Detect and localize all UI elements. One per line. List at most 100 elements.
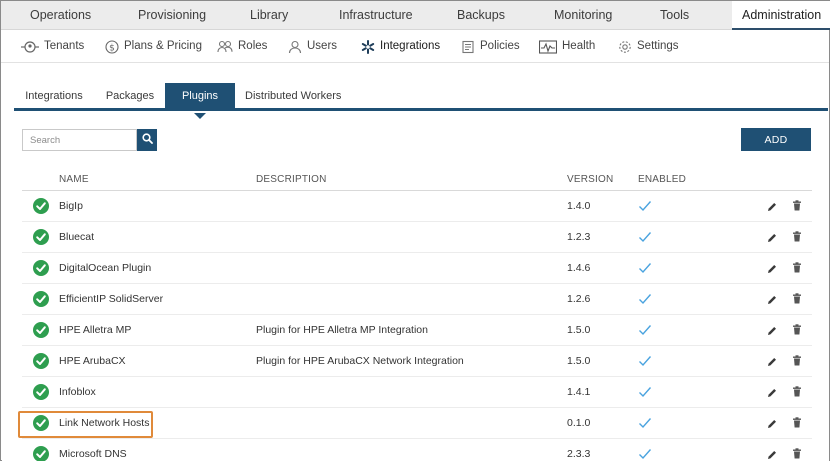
edit-icon[interactable] xyxy=(767,263,777,277)
status-check-icon xyxy=(33,415,49,431)
edit-icon[interactable] xyxy=(767,294,777,308)
enabled-check-icon xyxy=(638,386,652,401)
integrations-icon xyxy=(361,39,375,54)
subnav-settings[interactable]: Settings xyxy=(618,30,679,63)
enabled-check-icon xyxy=(638,448,652,461)
nav-backups[interactable]: Backups xyxy=(457,1,505,30)
edit-icon[interactable] xyxy=(767,201,777,215)
table-row[interactable]: BigIp 1.4.0 xyxy=(22,191,812,222)
table-row[interactable]: HPE ArubaCX Plugin for HPE ArubaCX Networ… xyxy=(22,346,812,377)
search-input[interactable] xyxy=(22,129,137,151)
nav-infrastructure[interactable]: Infrastructure xyxy=(339,1,413,30)
user-icon xyxy=(288,40,302,54)
trash-icon[interactable] xyxy=(792,355,802,369)
nav-monitoring[interactable]: Monitoring xyxy=(554,1,612,30)
edit-icon[interactable] xyxy=(767,449,777,461)
search-button[interactable] xyxy=(137,129,157,151)
subnav-tenants[interactable]: Tenants xyxy=(21,30,84,63)
plugin-version: 2.3.3 xyxy=(567,448,591,460)
plugin-name: EfficientIP SolidServer xyxy=(59,293,164,305)
add-plugin-button[interactable]: ADD xyxy=(741,128,811,151)
enabled-check-icon xyxy=(638,200,652,215)
plugin-description: Plugin for HPE ArubaCX Network Integrati… xyxy=(256,355,464,367)
edit-icon[interactable] xyxy=(767,325,777,339)
subnav-plans-pricing[interactable]: $ Plans & Pricing xyxy=(105,30,202,63)
plugin-name: HPE ArubaCX xyxy=(59,355,126,367)
plugin-version: 1.5.0 xyxy=(567,324,591,336)
edit-icon[interactable] xyxy=(767,356,777,370)
trash-icon[interactable] xyxy=(792,231,802,245)
search-box xyxy=(22,129,157,151)
edit-icon[interactable] xyxy=(767,232,777,246)
plugin-name: BigIp xyxy=(59,200,83,212)
plugins-tab-bar: Integrations Packages Plugins Distribute… xyxy=(14,83,828,119)
plugin-name: DigitalOcean Plugin xyxy=(59,262,152,274)
subnav-label: Users xyxy=(307,40,338,52)
table-row[interactable]: Link Network Hosts 0.1.0 xyxy=(18,408,812,439)
nav-provisioning[interactable]: Provisioning xyxy=(138,1,206,30)
table-row[interactable]: HPE Alletra MP Plugin for HPE Alletra MP … xyxy=(22,315,812,346)
subnav-label: Health xyxy=(562,40,596,52)
tab-packages[interactable]: Packages xyxy=(96,83,164,110)
plugin-version: 1.4.6 xyxy=(567,262,591,274)
status-check-icon xyxy=(33,446,49,461)
roles-icon xyxy=(217,40,233,54)
status-check-icon xyxy=(33,384,49,400)
enabled-check-icon xyxy=(638,355,652,370)
tab-plugins[interactable]: Plugins xyxy=(165,83,235,119)
plugin-version: 1.4.0 xyxy=(567,200,591,212)
plugin-name: Microsoft DNS xyxy=(59,448,127,460)
status-check-icon xyxy=(33,260,49,276)
plugin-name: HPE Alletra MP xyxy=(59,324,132,336)
subnav-label: Plans & Pricing xyxy=(124,40,202,52)
table-row[interactable]: Infoblox 1.4.1 xyxy=(22,377,812,408)
table-row[interactable]: DigitalOcean Plugin 1.4.6 xyxy=(22,253,812,284)
trash-icon[interactable] xyxy=(792,417,802,431)
header-description[interactable]: DESCRIPTION xyxy=(256,174,327,185)
subnav-integrations[interactable]: Integrations xyxy=(361,30,440,63)
subnav-roles[interactable]: Roles xyxy=(217,30,267,63)
status-check-icon xyxy=(33,353,49,369)
header-version[interactable]: VERSION xyxy=(567,174,613,185)
enabled-check-icon xyxy=(638,324,652,339)
enabled-check-icon xyxy=(638,262,652,277)
edit-icon[interactable] xyxy=(767,387,777,401)
status-check-icon xyxy=(33,291,49,307)
gear-icon xyxy=(618,40,632,54)
enabled-check-icon xyxy=(638,231,652,246)
subnav-health[interactable]: Health xyxy=(539,30,595,63)
enabled-check-icon xyxy=(638,293,652,308)
trash-icon[interactable] xyxy=(792,293,802,307)
trash-icon[interactable] xyxy=(792,200,802,214)
nav-tools[interactable]: Tools xyxy=(660,1,689,30)
trash-icon[interactable] xyxy=(792,386,802,400)
table-body: BigIp 1.4.0 Bluecat 1.2.3 DigitalOcean Plugi… xyxy=(18,191,812,461)
trash-icon[interactable] xyxy=(792,448,802,461)
header-name[interactable]: NAME xyxy=(59,174,89,185)
tenants-icon xyxy=(21,40,39,54)
health-icon xyxy=(539,39,557,54)
subnav-label: Integrations xyxy=(380,40,441,52)
header-enabled[interactable]: ENABLED xyxy=(638,174,686,185)
plugin-version: 1.5.0 xyxy=(567,355,591,367)
nav-administration[interactable]: Administration xyxy=(732,1,830,30)
nav-library[interactable]: Library xyxy=(250,1,288,30)
subnav-label: Policies xyxy=(480,40,520,52)
nav-operations[interactable]: Operations xyxy=(30,1,91,30)
table-row[interactable]: Microsoft DNS 2.3.3 xyxy=(22,439,812,461)
subnav-label: Settings xyxy=(637,40,679,52)
trash-icon[interactable] xyxy=(792,262,802,276)
table-row[interactable]: Bluecat 1.2.3 xyxy=(22,222,812,253)
policies-icon xyxy=(461,40,475,54)
tab-integrations[interactable]: Integrations xyxy=(14,83,94,110)
table-row[interactable]: EfficientIP SolidServer 1.2.6 xyxy=(22,284,812,315)
status-check-icon xyxy=(33,198,49,214)
table-header: NAME DESCRIPTION VERSION ENABLED xyxy=(22,169,812,191)
subnav-users[interactable]: Users xyxy=(288,30,337,63)
plugins-table: NAME DESCRIPTION VERSION ENABLED BigIp 1.… xyxy=(18,169,812,461)
trash-icon[interactable] xyxy=(792,324,802,338)
edit-icon[interactable] xyxy=(767,418,777,432)
plugin-version: 1.2.3 xyxy=(567,231,591,243)
tab-distributed-workers[interactable]: Distributed Workers xyxy=(245,83,341,110)
subnav-policies[interactable]: Policies xyxy=(461,30,520,63)
